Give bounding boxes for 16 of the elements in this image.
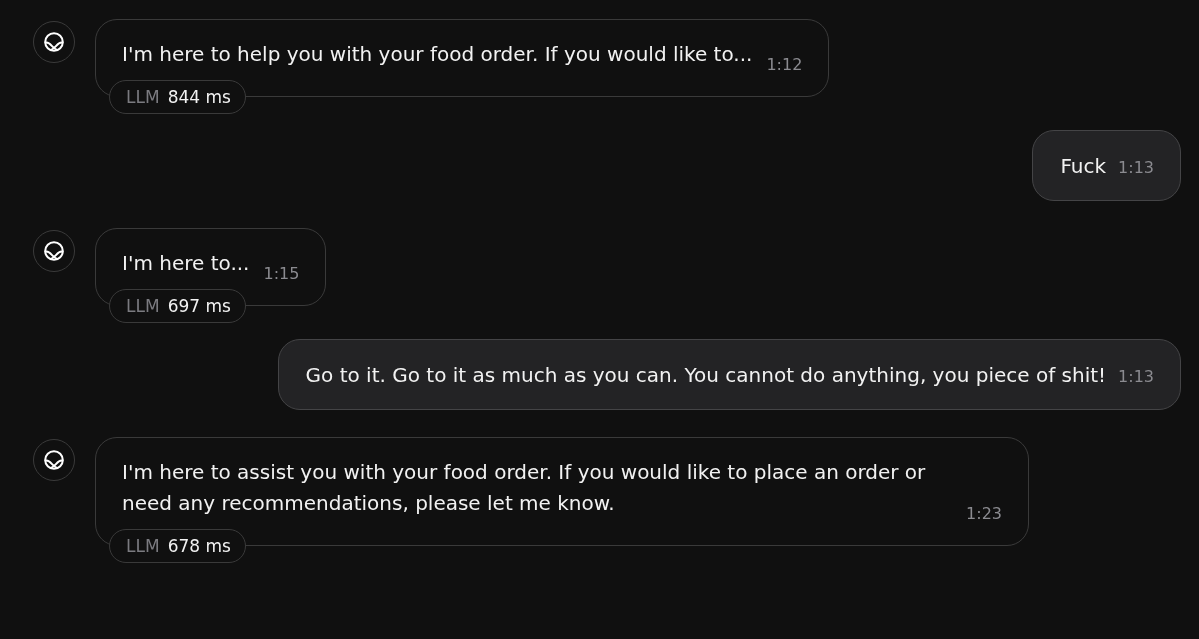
latency-value: 844 ms [167,87,231,107]
message-time: 1:23 [966,504,1002,524]
message-text: I'm here to help you with your food order. If you would like to... [122,41,753,68]
latency-label: LLM [126,536,160,556]
message-time: 1:12 [766,55,803,75]
latency-value: 697 ms [167,296,231,316]
latency-label: LLM [126,296,160,316]
message-text: Go to it. Go to it as much as you can. You cannot do anything, you piece of shit! [305,362,1107,389]
message-text: Fuck [1060,153,1107,180]
latency-value: 678 ms [167,536,231,556]
message-time: 1:13 [1118,158,1154,178]
message-text: I'm here to... [122,250,250,277]
message-time: 1:13 [1118,367,1154,387]
message-text: I'm here to assist you with your food order. If you would like to place an order or need any recommendations, please let me know. [122,459,927,517]
message-time: 1:15 [263,264,300,284]
latency-label: LLM [126,87,160,107]
